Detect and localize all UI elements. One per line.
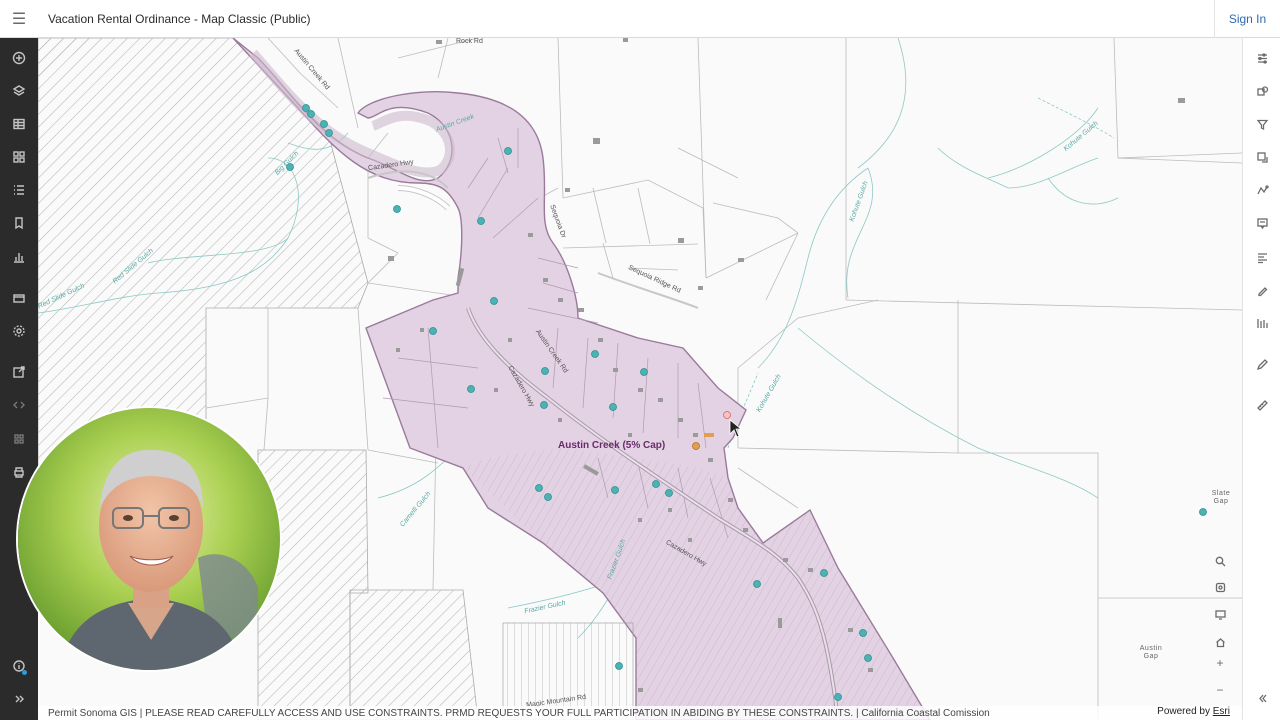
esri-link[interactable]: Esri (1213, 706, 1230, 717)
sketch-icon[interactable] (1243, 275, 1280, 305)
layers-icon[interactable] (0, 76, 38, 106)
info-icon[interactable] (0, 651, 38, 681)
collapse-icon[interactable] (1243, 683, 1280, 713)
styles-icon[interactable] (1243, 76, 1280, 106)
attribution-bar: Permit Sonoma GIS | PLEASE READ CAREFULL… (38, 706, 1242, 720)
app-window: ☰ Vacation Rental Ordinance - Map Classi… (0, 0, 1280, 720)
effects-icon[interactable] (1243, 142, 1280, 172)
zoom-in-button[interactable]: + (1206, 650, 1234, 676)
place-label: Slate Gap (1211, 490, 1231, 505)
presenter-photo (18, 408, 280, 670)
embed-icon[interactable] (0, 390, 38, 420)
left-toolbar (0, 38, 38, 720)
bookmark-icon[interactable] (0, 208, 38, 238)
properties-icon[interactable] (1243, 43, 1280, 73)
powered-by: Powered by Esri (1151, 706, 1230, 717)
share-icon[interactable] (0, 357, 38, 387)
gear-icon[interactable] (0, 316, 38, 346)
table-icon[interactable] (0, 109, 38, 139)
road-label: Rock Rd (456, 38, 483, 45)
sign-in-button[interactable]: Sign In (1214, 0, 1280, 38)
search-icon[interactable] (1206, 548, 1234, 574)
configure-popup-icon[interactable] (1243, 208, 1280, 238)
measure-icon[interactable] (1243, 390, 1280, 420)
fullscreen-icon[interactable] (1206, 601, 1234, 627)
expand-icon[interactable] (0, 684, 38, 714)
filter-icon[interactable] (1243, 109, 1280, 139)
app-header: ☰ Vacation Rental Ordinance - Map Classi… (0, 0, 1280, 38)
locate-icon[interactable] (1206, 574, 1234, 600)
apps-icon[interactable] (0, 424, 38, 454)
webcam-overlay (16, 406, 282, 672)
basemap-gallery-icon[interactable] (0, 142, 38, 172)
pop-ups-icon[interactable] (1243, 175, 1280, 205)
powered-by-prefix: Powered by (1157, 706, 1213, 717)
zoom-out-button[interactable]: − (1206, 677, 1234, 703)
add-icon[interactable] (0, 43, 38, 73)
labels-icon[interactable] (1243, 242, 1280, 272)
attribution-text: Permit Sonoma GIS | PLEASE READ CAREFULL… (48, 707, 990, 719)
edit-icon[interactable] (1243, 349, 1280, 379)
analysis-icon[interactable] (1243, 308, 1280, 338)
legend-icon[interactable] (0, 175, 38, 205)
page-title: Vacation Rental Ordinance - Map Classic … (48, 11, 311, 26)
zone-label: Austin Creek (5% Cap) (558, 440, 666, 451)
hamburger-icon[interactable]: ☰ (0, 0, 38, 38)
chart-icon[interactable] (0, 242, 38, 272)
folder-icon[interactable] (0, 283, 38, 313)
right-toolbar (1242, 38, 1280, 720)
place-label: Austin Gap (1139, 645, 1163, 660)
